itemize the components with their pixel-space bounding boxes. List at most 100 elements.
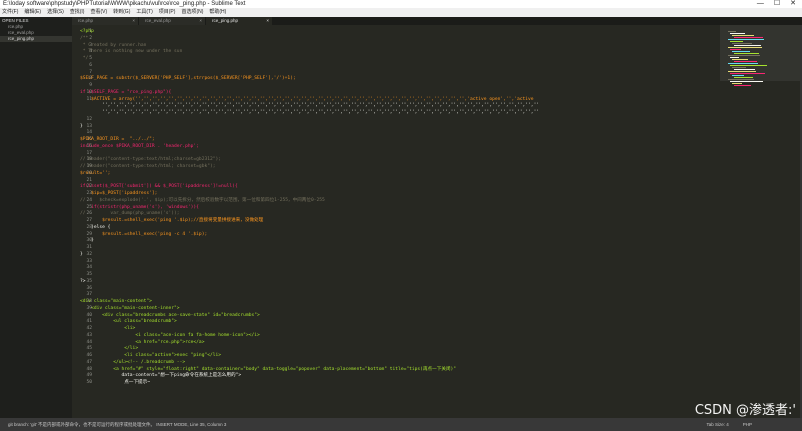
menu-selection[interactable]: 选择(S) (47, 8, 64, 17)
code-line: include_once $PIKA_ROOT_DIR . 'header.ph… (80, 143, 199, 149)
minimize-icon[interactable]: — (757, 0, 764, 8)
code-line: <?php (80, 29, 94, 34)
minimap-line (730, 65, 767, 66)
close-icon[interactable]: ✕ (790, 0, 796, 8)
open-files-header: OPEN FILES (2, 18, 29, 23)
code-line: <a href="rce.php">rce</a> (80, 339, 205, 345)
code-line: $ip=$_POST['ipaddress']; (80, 191, 158, 196)
code-line: } (80, 251, 83, 257)
code-line: ?> (80, 278, 86, 284)
syntax-indicator[interactable]: PHP (743, 418, 752, 431)
minimap-line (734, 85, 751, 86)
menu-bar: 文件(F) 编辑(E) 选择(S) 查找(I) 查看(V) 转到(G) 工具(T… (0, 8, 802, 17)
code-line: $SELF_PAGE = substr($_SERVER['PHP_SELF']… (80, 76, 296, 82)
code-line: * There is nothing new under the sun (80, 49, 183, 55)
code-line: </ul><!-- /.breadcrumb --> (80, 359, 186, 365)
status-bar: git branch: 'git' 不是内部或外部命令，也不是可运行的程序或批处… (0, 418, 802, 431)
minimap-line (732, 67, 746, 68)
code-line: <div class="main-content"> (80, 299, 152, 304)
minimap-line (730, 73, 765, 74)
code-line: '','','','','','','','','','','','','','… (80, 103, 540, 109)
minimap-line (734, 69, 755, 70)
watermark: CSDN @渗透者:' (694, 403, 796, 418)
code-line: <ul class="breadcrumb"> (80, 319, 177, 325)
menu-project[interactable]: 项目(P) (159, 8, 176, 17)
tab-rce[interactable]: rce.php × (72, 17, 138, 25)
window-title: E:\Ioday software\phpstudy\PHPTutorial\W… (3, 1, 246, 7)
minimap-line (734, 77, 753, 78)
code-line: $PIKA_ROOT_DIR = "../../"; (80, 137, 155, 142)
maximize-icon[interactable]: ☐ (774, 0, 780, 8)
minimap-line (732, 43, 752, 44)
tab-rce-ping[interactable]: rce_ping.php × (206, 17, 272, 25)
menu-preferences[interactable]: 首选项(N) (181, 8, 203, 17)
menu-view[interactable]: 查看(V) (90, 8, 107, 17)
menu-goto[interactable]: 转到(G) (113, 8, 130, 17)
minimap-line (728, 71, 756, 72)
minimap-line (734, 37, 763, 38)
menu-help[interactable]: 帮助(H) (209, 8, 226, 17)
code-line: */ (80, 56, 89, 61)
window-controls: — ☐ ✕ (757, 0, 796, 8)
minimap-line (732, 75, 744, 76)
code-line: '','','','','','','','','','','','','','… (80, 110, 540, 115)
code-line: $result=''; (80, 170, 111, 176)
minimap[interactable] (720, 25, 800, 418)
minimap-line (728, 79, 754, 80)
minimap-line (728, 31, 736, 32)
minimap-line (734, 53, 759, 54)
code-line: /** (80, 35, 89, 41)
sidebar-file-rce-ping[interactable]: rce_ping.php (0, 36, 72, 42)
minimap-line (730, 49, 741, 50)
code-line: // var_dump(php_uname('s')); (80, 211, 180, 217)
tab-rce-eval[interactable]: rce_eval.php × (139, 17, 205, 25)
code-line: }else { (80, 224, 111, 230)
code-line: if ($SELF_PAGE = "rce_ping.php"){ (80, 89, 172, 95)
sidebar: OPEN FILES rce.php rce_eval.php rce_ping… (0, 17, 72, 418)
close-icon[interactable]: × (199, 17, 202, 25)
code-editor[interactable]: 1 2 3 4 5 6 7 8 9 10 11 12 13 14 15 16 17 18 19 20 21 22 23 24 2… (72, 25, 800, 418)
code-line: </li> (80, 346, 139, 352)
minimap-line (728, 55, 760, 56)
minimap-line (734, 61, 757, 62)
code-line: // header("content-type:text/html; chars… (80, 164, 216, 169)
code-line: 点一下提示~ (80, 380, 150, 385)
menu-find[interactable]: 查找(I) (70, 8, 85, 17)
tab-size-indicator[interactable]: Tab Size: 4 (706, 418, 728, 431)
status-text: git branch: 'git' 不是内部或外部命令，也不是可运行的程序或批处… (8, 422, 227, 427)
tab-label: rce_eval.php (145, 18, 171, 23)
tab-label: rce.php (78, 18, 94, 23)
minimap-line (730, 41, 743, 42)
code-line: <li> (80, 326, 136, 331)
minimap-line (728, 47, 762, 48)
close-icon[interactable]: × (132, 17, 135, 25)
code-area[interactable]: <?php/** * Created by runner.han * There… (80, 29, 720, 387)
minimap-line (734, 45, 761, 46)
menu-tools[interactable]: 工具(T) (136, 8, 152, 17)
close-icon[interactable]: × (266, 17, 269, 25)
minimap-line (730, 33, 745, 34)
menu-edit[interactable]: 编辑(E) (24, 8, 41, 17)
code-line: $result.=shell_exec('ping '.$ip);//直接将变量… (80, 218, 264, 223)
title-bar: E:\Ioday software\phpstudy\PHPTutorial\W… (0, 0, 802, 8)
code-line: // header("content-type:text/html;charse… (80, 157, 222, 163)
minimap-line (732, 83, 742, 84)
code-line: data-content="想一下ping命令在系统上是怎么用的"> (80, 373, 242, 379)
tab-bar: rce.php × rce_eval.php × rce_ping.php × (72, 17, 802, 25)
code-line: // $check=explode('.', $ip);可以先拆分，然后校验数字… (80, 197, 325, 203)
minimap-line (728, 39, 764, 40)
code-line: if(isset($_POST['submit']) && $_POST['ip… (80, 184, 238, 190)
minimap-line (728, 63, 758, 64)
menu-file[interactable]: 文件(F) (2, 8, 18, 17)
code-line: <li class="active">exec "ping"</li> (80, 353, 222, 358)
minimap-line (730, 57, 739, 58)
